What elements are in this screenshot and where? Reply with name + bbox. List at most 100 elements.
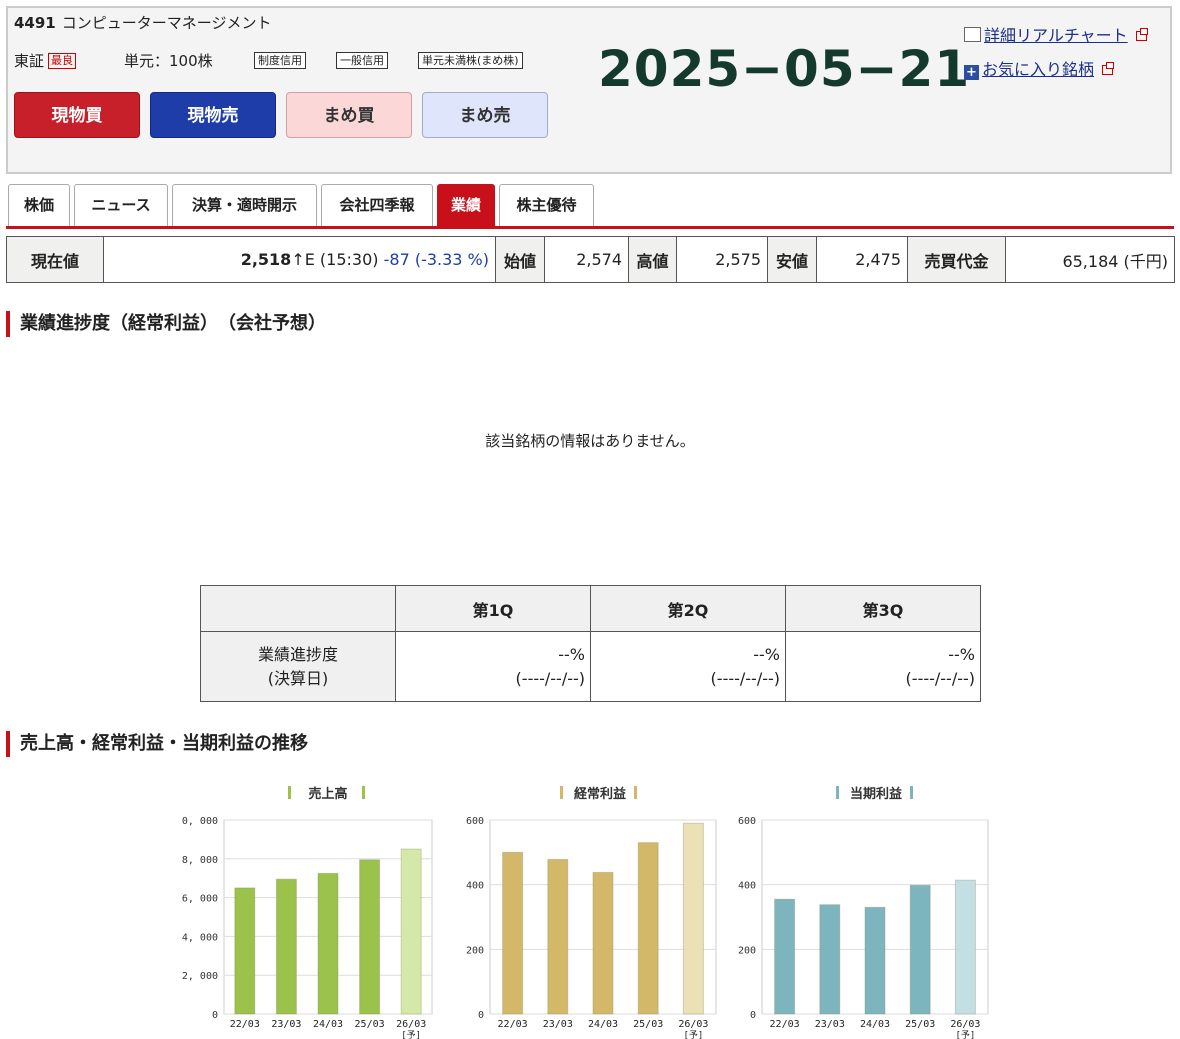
progress-header-empty [200,585,396,632]
chart-title: 当期利益 [850,786,902,802]
tab-shareholder-benefits[interactable]: 株主優待 [499,184,594,226]
open-label: 始値 [495,236,545,283]
x-tick-label: 22/03 [770,1019,800,1030]
external-window-icon[interactable] [1102,62,1115,75]
x-tick-label: 25/03 [633,1019,663,1030]
progress-q2-pct: --% [753,644,780,664]
tag-margin-general: 一般信用 [336,52,388,69]
y-tick-label: 0 [212,1010,218,1021]
legend-marker [836,786,839,799]
bar [502,851,524,1015]
favorite-link-row: + お気に入り銘柄 [964,56,1115,80]
trend-charts: 売上高 0, 000 8, 000 6, 000 4, 000 2, 000 0 22/03 2… [182,786,989,1039]
buy-button[interactable]: 現物買 [14,92,140,138]
stock-code: 4491 [14,14,56,32]
y-tick-label: 200 [466,945,484,956]
realtime-chart-link[interactable]: 詳細リアルチャート [984,26,1128,45]
price-time: (15:30) [319,250,379,269]
x-tick-label: 26/03 [678,1019,708,1030]
y-tick-label: 200 [738,945,756,956]
progress-table: 第1Q 第2Q 第3Q 業績進捗度 (決算日) --% (----/--/--) -… [200,585,981,702]
tab-news[interactable]: ニュース [74,184,168,226]
bar [234,887,256,1015]
x-tick-label: 26/03 [396,1019,426,1030]
bar [819,904,841,1015]
legend-marker [910,786,913,799]
progress-q3-date: (----/--/--) [905,668,975,688]
exchange: 東証 最良 [14,50,77,71]
bar [909,884,931,1015]
market-badge: 最良 [48,53,77,69]
tab-shikiho[interactable]: 会社四季報 [321,184,433,226]
no-data-message: 該当銘柄の情報はありません。 [485,432,695,450]
progress-q1-date: (----/--/--) [515,668,585,688]
volume-value: 65,184 (千円) [1005,236,1175,283]
tab-stock-price[interactable]: 株価 [8,184,70,226]
chart-title: 経常利益 [574,786,626,802]
bar [359,859,381,1015]
y-tick-label: 6, 000 [182,894,218,905]
tag-margin-system: 制度信用 [254,52,306,69]
y-tick-label: 4, 000 [182,932,218,943]
x-tick-label: 25/03 [905,1019,935,1030]
mame-sell-button[interactable]: まめ売 [422,92,548,138]
y-tick-label: 0, 000 [182,816,218,827]
x-tick-label: 26/03 [950,1019,980,1030]
low-label: 安値 [767,236,817,283]
trading-unit: 単元：100株 [124,52,213,70]
stock-title: 4491 コンピューターマネージメント [14,12,271,33]
progress-header-q2: 第2Q [590,585,786,632]
legend-marker [288,786,291,799]
chart-link-row: 詳細リアルチャート [964,22,1148,46]
low-value: 2,475 [816,236,908,283]
tag-odd-lot: 単元未満株(まめ株) [418,52,523,69]
current-price: 2,518 [240,250,292,269]
bar [275,878,297,1015]
progress-section-title: 業績進捗度（経常利益） （会社予想） [6,311,326,337]
progress-q2-date: (----/--/--) [710,668,780,688]
favorite-link[interactable]: お気に入り銘柄 [982,60,1094,79]
x-tick-label: 23/03 [271,1019,301,1030]
forecast-label: [予] [955,1030,975,1039]
y-tick-label: 0 [750,1010,756,1021]
tab-disclosure[interactable]: 決算・適時開示 [172,184,317,226]
bar [682,822,704,1015]
sales-chart: 売上高 0, 000 8, 000 6, 000 4, 000 2, 000 0 22/03 2… [182,786,433,1039]
stock-name: コンピューターマネージメント [61,14,272,32]
progress-q3: --% (----/--/--) [785,631,981,702]
forecast-label: [予] [683,1030,703,1039]
y-tick-label: 400 [466,881,484,892]
bar [547,858,569,1015]
tab-underline [6,226,1174,229]
bar [400,848,422,1015]
y-tick-label: 0 [478,1010,484,1021]
progress-q2: --% (----/--/--) [590,631,786,702]
bar [317,872,339,1015]
sell-button[interactable]: 現物売 [150,92,276,138]
x-tick-label: 22/03 [230,1019,260,1030]
price-change: -87 (-3.33 %) [383,250,489,269]
date-display: 2025−05−21 [598,40,971,98]
plus-icon[interactable]: + [964,65,979,80]
legend-marker [560,786,563,799]
external-window-icon[interactable] [1135,28,1148,41]
y-tick-label: 600 [738,816,756,827]
x-tick-label: 24/03 [313,1019,343,1030]
mame-buy-button[interactable]: まめ買 [286,92,412,138]
forecast-label: [予] [401,1030,421,1039]
x-tick-label: 22/03 [498,1019,528,1030]
current-price-label: 現在値 [6,236,104,283]
volume-label: 売買代金 [907,236,1006,283]
chart-title: 売上高 [308,786,347,802]
progress-q3-pct: --% [948,644,975,664]
progress-q1: --% (----/--/--) [395,631,591,702]
y-tick-label: 400 [738,881,756,892]
x-tick-label: 25/03 [355,1019,385,1030]
bar [637,842,659,1015]
progress-label: 業績進捗度 [257,644,338,664]
open-value: 2,574 [544,236,629,283]
price-arrow: ↑E [291,250,315,269]
legend-marker [362,786,365,799]
exchange-label: 東証 [14,52,45,70]
tab-performance[interactable]: 業績 [437,184,495,226]
